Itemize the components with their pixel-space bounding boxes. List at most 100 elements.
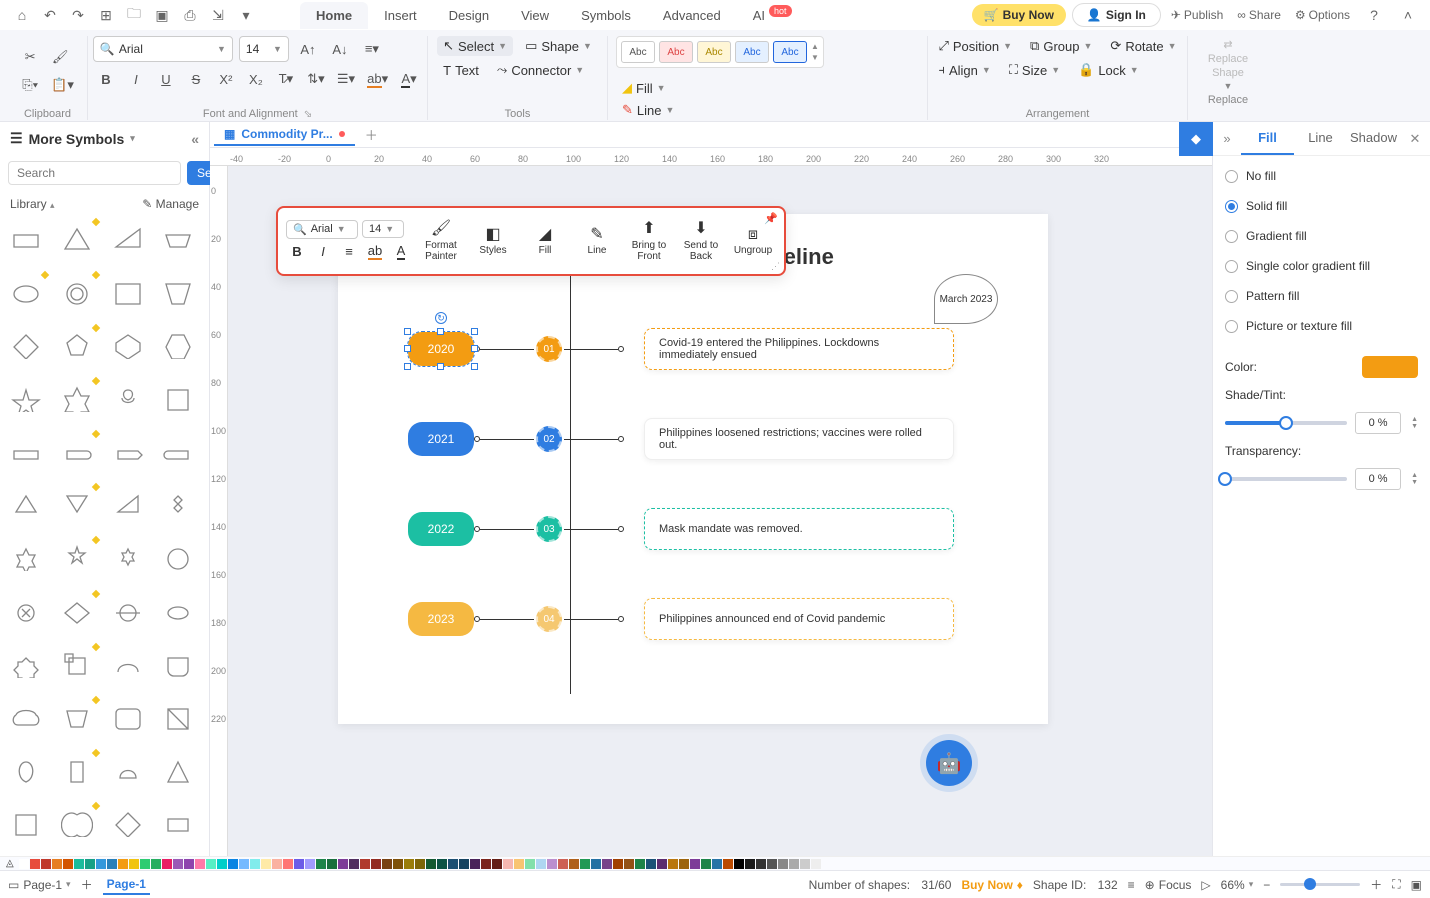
date-callout[interactable]: March 2023 (934, 274, 998, 324)
library-toggle[interactable]: Library ▴ (10, 197, 55, 211)
font-family-select[interactable]: 🔍Arial▼ (93, 36, 233, 62)
color-chip[interactable] (547, 859, 557, 869)
color-chip[interactable] (767, 859, 777, 869)
color-chip[interactable] (118, 859, 128, 869)
chat-fab[interactable]: 🤖 (926, 740, 972, 786)
buy-now-status[interactable]: Buy Now ♦ (961, 878, 1022, 892)
highlight-button[interactable]: ab▾ (363, 66, 392, 92)
color-chip[interactable] (305, 859, 315, 869)
shape-thumbnail[interactable] (158, 699, 198, 735)
pin-icon[interactable]: 📌 (764, 212, 778, 225)
help-icon[interactable]: ? (1362, 3, 1386, 27)
shape-thumbnail[interactable] (6, 380, 46, 416)
resize-handle[interactable] (437, 363, 444, 370)
decrease-font-button[interactable]: A↓ (327, 36, 353, 62)
ft-fill[interactable]: ◢Fill (522, 226, 568, 257)
dialog-launcher-icon[interactable]: ⬂ (304, 109, 312, 120)
ft-bold[interactable]: B (286, 241, 308, 263)
color-chip[interactable] (624, 859, 634, 869)
format-painter-button[interactable]: 🖌 (47, 44, 73, 70)
color-chip[interactable] (184, 859, 194, 869)
shade-value[interactable]: 0 % (1355, 412, 1401, 434)
resize-handle[interactable] (471, 345, 478, 352)
color-chip[interactable] (151, 859, 161, 869)
page-indicator[interactable]: ▭Page-1▾ (8, 878, 71, 892)
event-description[interactable]: Philippines announced end of Covid pande… (644, 598, 954, 640)
ft-styles[interactable]: ◧Styles (470, 226, 516, 257)
color-chip[interactable] (338, 859, 348, 869)
shape-thumbnail[interactable] (6, 327, 46, 363)
tab-symbols[interactable]: Symbols (565, 2, 647, 29)
shape-thumbnail[interactable] (57, 380, 97, 416)
rotate-handle[interactable]: ↻ (435, 312, 447, 324)
color-chip[interactable] (404, 859, 414, 869)
step-badge[interactable]: 01 (536, 336, 562, 362)
close-panel-icon[interactable]: ✕ (1400, 122, 1430, 155)
shape-thumbnail[interactable] (57, 221, 97, 257)
select-tool[interactable]: ↖Select▼ (437, 36, 513, 56)
step-badge[interactable]: 04 (536, 606, 562, 632)
shape-thumbnail[interactable] (6, 593, 46, 629)
color-chip[interactable] (327, 859, 337, 869)
fill-option-picture[interactable]: Picture or texture fill (1225, 316, 1418, 336)
color-chip[interactable] (448, 859, 458, 869)
zoom-in-button[interactable]: ＋ (1370, 876, 1382, 893)
shape-thumbnail[interactable] (158, 646, 198, 682)
color-chip[interactable] (470, 859, 480, 869)
color-chip[interactable] (195, 859, 205, 869)
shape-thumbnail[interactable] (6, 486, 46, 522)
ft-size-select[interactable]: 14▼ (362, 220, 404, 238)
resize-handle[interactable] (437, 328, 444, 335)
color-chip[interactable] (712, 859, 722, 869)
redo-icon[interactable]: ↷ (66, 3, 90, 27)
shape-thumbnail[interactable] (57, 699, 97, 735)
color-chip[interactable] (602, 859, 612, 869)
expand-right-icon[interactable]: » (1213, 122, 1241, 155)
add-page-button[interactable]: ＋ (81, 876, 93, 893)
eyedropper-icon[interactable]: ◬ (6, 858, 14, 869)
font-size-select[interactable]: 14▼ (239, 36, 289, 62)
shape-thumbnail[interactable] (57, 752, 97, 788)
color-chip[interactable] (129, 859, 139, 869)
fill-tool-icon[interactable]: ◆ (1179, 122, 1213, 156)
new-icon[interactable]: ⊞ (94, 3, 118, 27)
shape-thumbnail[interactable] (158, 752, 198, 788)
shape-thumbnail[interactable] (158, 433, 198, 469)
rp-tab-shadow[interactable]: Shadow (1347, 122, 1400, 155)
step-badge[interactable]: 02 (536, 426, 562, 452)
event-description[interactable]: Covid-19 entered the Philippines. Lockdo… (644, 328, 954, 370)
color-chip[interactable] (239, 859, 249, 869)
shape-thumbnail[interactable] (57, 539, 97, 575)
color-chip[interactable] (96, 859, 106, 869)
undo-icon[interactable]: ↶ (38, 3, 62, 27)
shape-thumbnail[interactable] (57, 593, 97, 629)
increase-font-button[interactable]: A↑ (295, 36, 321, 62)
search-input[interactable] (8, 161, 181, 185)
shape-thumbnail[interactable] (6, 752, 46, 788)
replace-shape-button[interactable]: ⇄ Replace Shape ▼ (1198, 36, 1258, 92)
color-chip[interactable] (503, 859, 513, 869)
resize-handle[interactable] (404, 363, 411, 370)
transparency-value[interactable]: 0 % (1355, 468, 1401, 490)
font-color-button[interactable]: A▾ (396, 66, 422, 92)
zoom-value[interactable]: 66%▾ (1221, 878, 1254, 892)
color-chip[interactable] (657, 859, 667, 869)
group-dropdown[interactable]: ⧉Group▼ (1024, 36, 1098, 56)
color-chip[interactable] (591, 859, 601, 869)
align-button[interactable]: ≡▾ (359, 36, 385, 62)
superscript-button[interactable]: X² (213, 66, 239, 92)
sign-in-button[interactable]: 👤Sign In (1072, 3, 1161, 27)
print-icon[interactable]: ⎙ (178, 3, 202, 27)
style-chip[interactable]: Abc (697, 41, 731, 63)
shape-thumbnail[interactable] (6, 646, 46, 682)
clear-format-button[interactable]: T̷▾ (273, 66, 299, 92)
position-dropdown[interactable]: ⤢Position▼ (932, 36, 1018, 56)
ft-font-select[interactable]: 🔍Arial▼ (286, 220, 358, 239)
focus-button[interactable]: ⊕Focus (1145, 878, 1192, 892)
color-chip[interactable] (349, 859, 359, 869)
color-chip[interactable] (613, 859, 623, 869)
fill-option-single-gradient[interactable]: Single color gradient fill (1225, 256, 1418, 276)
page[interactable]: imeline March 2023 2020 ↻ (338, 214, 1048, 724)
rotate-dropdown[interactable]: ⟳Rotate▼ (1104, 36, 1182, 56)
shape-thumbnail[interactable] (57, 433, 97, 469)
